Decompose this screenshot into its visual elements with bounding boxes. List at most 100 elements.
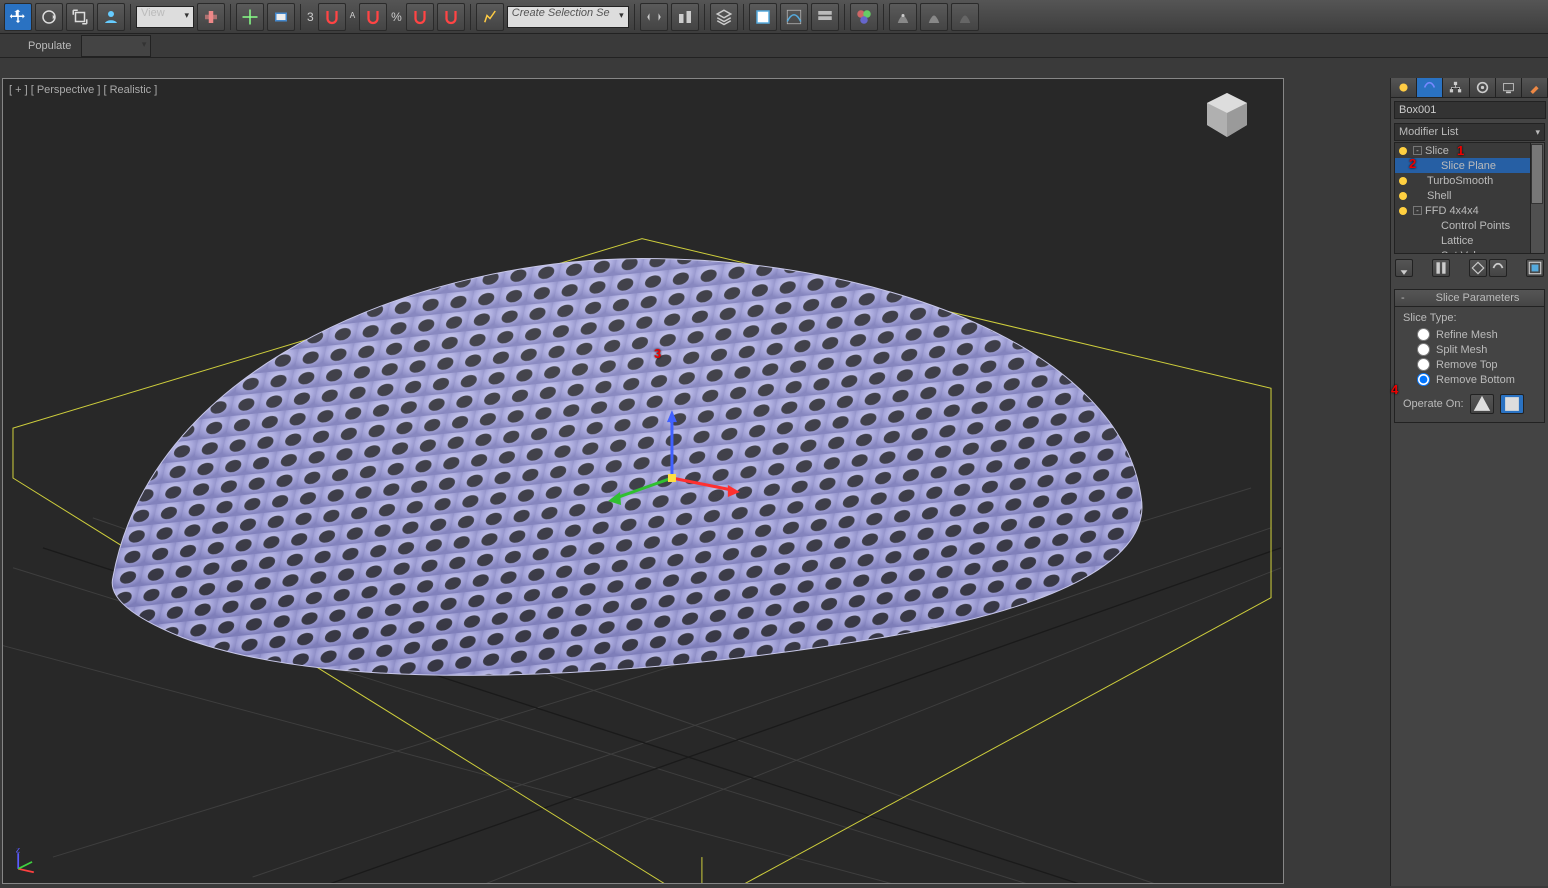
slice-type-refine-mesh[interactable]: Refine Mesh xyxy=(1417,328,1536,341)
visibility-bulb-icon[interactable] xyxy=(1399,147,1407,155)
stack-row-slice[interactable]: -Slice xyxy=(1395,143,1544,158)
show-end-result-button[interactable] xyxy=(1432,259,1450,277)
mirror-button[interactable] xyxy=(640,3,668,31)
stack-item-label: TurboSmooth xyxy=(1427,175,1493,187)
rollout-collapse-icon: - xyxy=(1401,292,1411,304)
command-panel: Modifier List -SliceSlice PlaneTurboSmoo… xyxy=(1390,78,1548,886)
render-frame-button[interactable] xyxy=(920,3,948,31)
expand-icon[interactable]: - xyxy=(1413,146,1422,155)
modifier-stack[interactable]: -SliceSlice PlaneTurboSmoothShell-FFD 4x… xyxy=(1394,142,1545,254)
stack-row-shell[interactable]: Shell xyxy=(1395,188,1544,203)
object-name-input[interactable] xyxy=(1394,101,1546,119)
stack-item-label: Slice xyxy=(1425,145,1449,157)
modifier-list-dropdown[interactable]: Modifier List xyxy=(1394,123,1545,141)
stack-row-control-points[interactable]: Control Points xyxy=(1395,218,1544,233)
select-move-button[interactable] xyxy=(4,3,32,31)
slice-type-remove-bottom[interactable]: Remove Bottom xyxy=(1417,373,1536,386)
display-tab[interactable] xyxy=(1496,78,1522,97)
reference-coord-dropdown[interactable]: View xyxy=(136,6,194,28)
render-setup-button[interactable] xyxy=(889,3,917,31)
operate-on-faces-button[interactable] xyxy=(1470,394,1494,414)
make-unique-button[interactable] xyxy=(1469,259,1487,277)
radio-label: Remove Top xyxy=(1436,359,1498,371)
stack-item-label: Lattice xyxy=(1441,235,1473,247)
select-manipulate-button[interactable] xyxy=(236,3,264,31)
stack-row-ffd-4x4x4[interactable]: -FFD 4x4x4 xyxy=(1395,203,1544,218)
toolbar-separator xyxy=(844,4,845,30)
schematic-view-button[interactable] xyxy=(811,3,839,31)
slice-type-label: Slice Type: xyxy=(1403,312,1536,324)
toolbar-separator xyxy=(704,4,705,30)
dropdown-value: View xyxy=(141,7,165,19)
radio-input[interactable] xyxy=(1417,343,1430,356)
visibility-bulb-icon[interactable] xyxy=(1399,177,1407,185)
curve-editor-button[interactable] xyxy=(780,3,808,31)
stack-item-label: Set Volume xyxy=(1441,250,1497,255)
rollout-header[interactable]: - Slice Parameters xyxy=(1395,290,1544,307)
expand-icon[interactable]: - xyxy=(1413,206,1422,215)
utilities-tab[interactable] xyxy=(1522,78,1548,97)
radio-input[interactable] xyxy=(1417,328,1430,341)
operate-on-poly-button[interactable] xyxy=(1500,394,1524,414)
radio-label: Split Mesh xyxy=(1436,344,1487,356)
modifier-list-label: Modifier List xyxy=(1399,126,1458,138)
pin-stack-button[interactable] xyxy=(1395,259,1413,277)
visibility-bulb-icon[interactable] xyxy=(1399,207,1407,215)
material-editor-button[interactable] xyxy=(850,3,878,31)
named-selection-set-dropdown[interactable]: Create Selection Se xyxy=(507,6,629,28)
align-button[interactable] xyxy=(671,3,699,31)
render-button[interactable] xyxy=(951,3,979,31)
select-rotate-button[interactable] xyxy=(35,3,63,31)
modify-tab[interactable] xyxy=(1417,78,1443,97)
scene-content xyxy=(3,79,1283,883)
stack-row-turbosmooth[interactable]: TurboSmooth xyxy=(1395,173,1544,188)
remove-modifier-button[interactable] xyxy=(1489,259,1507,277)
dropdown-value: Create Selection Se xyxy=(512,7,610,19)
keyboard-shortcut-button[interactable] xyxy=(267,3,295,31)
main-toolbar: View 3 ᴬ % Create Selection Se xyxy=(0,0,1548,34)
command-panel-tabs xyxy=(1391,78,1548,98)
slice-type-remove-top[interactable]: Remove Top xyxy=(1417,358,1536,371)
toolbar-separator xyxy=(883,4,884,30)
stack-scroll-thumb[interactable] xyxy=(1531,144,1543,204)
select-scale-button[interactable] xyxy=(66,3,94,31)
svg-text:z: z xyxy=(16,848,21,855)
motion-tab[interactable] xyxy=(1470,78,1496,97)
radio-input[interactable] xyxy=(1417,373,1430,386)
visibility-bulb-icon[interactable] xyxy=(1399,192,1407,200)
layer-manager-button[interactable] xyxy=(710,3,738,31)
populate-dropdown[interactable] xyxy=(81,35,151,57)
toolbar-separator xyxy=(634,4,635,30)
use-pivot-button[interactable] xyxy=(197,3,225,31)
view-cube[interactable] xyxy=(1201,89,1253,141)
radio-input[interactable] xyxy=(1417,358,1430,371)
radio-label: Refine Mesh xyxy=(1436,329,1498,341)
stack-item-label: Slice Plane xyxy=(1441,160,1496,172)
snap-number-label: 3 xyxy=(307,10,314,24)
configure-sets-button[interactable] xyxy=(1526,259,1544,277)
slice-parameters-rollout: - Slice Parameters Slice Type: Refine Me… xyxy=(1394,289,1545,423)
stack-row-lattice[interactable]: Lattice xyxy=(1395,233,1544,248)
stack-row-set-volume[interactable]: Set Volume xyxy=(1395,248,1544,254)
stack-row-slice-plane[interactable]: Slice Plane xyxy=(1395,158,1544,173)
percent-snap-label: % xyxy=(391,10,402,24)
spinner-snap-button[interactable] xyxy=(437,3,465,31)
select-place-button[interactable] xyxy=(97,3,125,31)
stack-scrollbar[interactable] xyxy=(1530,143,1544,253)
percent-snap-button[interactable] xyxy=(406,3,434,31)
toolbar-separator xyxy=(743,4,744,30)
perspective-viewport[interactable]: [ + ] [ Perspective ] [ Realistic ] xyxy=(2,78,1284,884)
create-tab[interactable] xyxy=(1391,78,1417,97)
angle-snap-label: ᴬ xyxy=(350,10,355,24)
angle-snap-button[interactable] xyxy=(359,3,387,31)
snap-toggle-button[interactable] xyxy=(318,3,346,31)
populate-label: Populate xyxy=(28,40,71,52)
annotation-2: 2 xyxy=(1409,156,1416,171)
scene-explorer-button[interactable] xyxy=(749,3,777,31)
slice-type-split-mesh[interactable]: Split Mesh xyxy=(1417,343,1536,356)
edit-named-sel-button[interactable] xyxy=(476,3,504,31)
operate-on-label: Operate On: xyxy=(1403,398,1464,410)
rollout-title: Slice Parameters xyxy=(1417,292,1538,304)
ribbon-toolbar: Populate xyxy=(0,34,1548,58)
hierarchy-tab[interactable] xyxy=(1443,78,1469,97)
